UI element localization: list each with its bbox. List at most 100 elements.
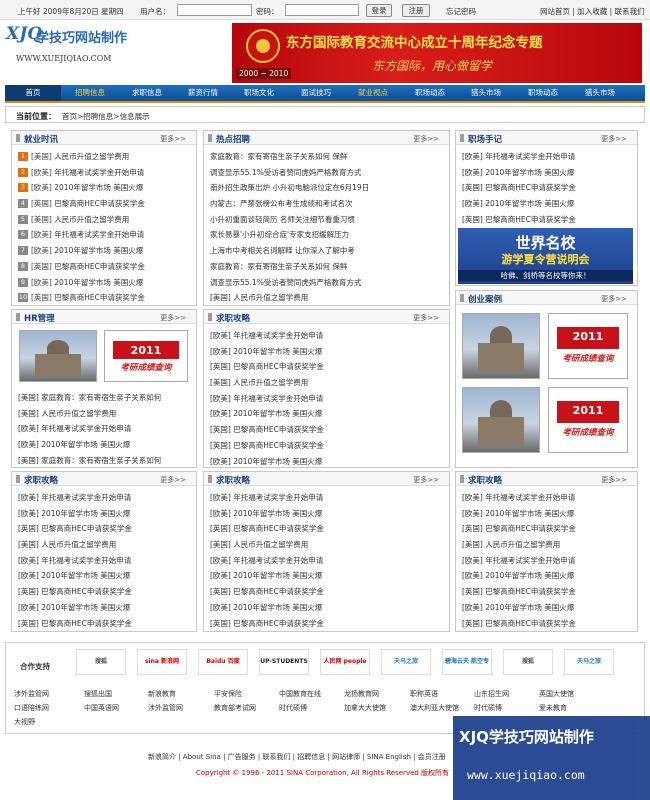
more-link[interactable]: 更多>> [160, 134, 186, 144]
partner-link[interactable]: 教育部考试网 [214, 703, 256, 713]
list-item[interactable]: [美国] 家庭教育：家有寄宿生亲子关系如何 [18, 453, 161, 469]
list-item[interactable]: [英国] 巴黎高商HEC申请获奖学金 [210, 584, 324, 600]
partner-link[interactable]: 山东招生网 [474, 689, 509, 699]
list-item[interactable]: [英国] 巴黎高商HEC申请获奖学金 [210, 521, 324, 537]
list-item[interactable]: [美国] 人民币升值之留学费用 [210, 290, 369, 306]
partner-logo[interactable]: UP-STUDENTS 海外生活好帮手 [259, 649, 309, 675]
list-item[interactable]: 6 [欧美] 年托福考试奖学金开始申请 [18, 227, 145, 243]
username-input[interactable] [177, 4, 252, 16]
partner-link[interactable]: 新浪教育 [148, 689, 176, 699]
list-item[interactable]: [英国] 巴黎高商HEC申请获奖学金 [462, 180, 576, 196]
partner-logo[interactable]: Baidu 百度 [198, 649, 248, 675]
list-item[interactable]: [英国] 巴黎高商HEC申请获奖学金 [18, 584, 132, 600]
list-item[interactable]: [欧美] 2010年留学市场 美国火爆 [210, 454, 324, 470]
list-item[interactable]: [欧美] 年托福考试奖学金开始申请 [462, 553, 576, 569]
list-item[interactable]: [英国] 巴黎高商HEC申请获奖学金 [210, 438, 324, 454]
partner-link[interactable]: 平安保险 [214, 689, 242, 699]
nav-item[interactable]: 猎头市场 [572, 85, 628, 101]
nav-item[interactable]: 职场动态 [515, 85, 571, 101]
list-item[interactable]: [美国] 人民币升值之留学费用 [462, 537, 576, 553]
partner-link[interactable]: 职称英语 [410, 689, 438, 699]
list-item[interactable]: [欧美] 2010年留学市场 美国火爆 [462, 196, 576, 212]
list-item[interactable]: [英国] 巴黎高商HEC申请获奖学金 [462, 521, 576, 537]
partner-link[interactable]: 爱未教育 [539, 703, 567, 713]
list-item[interactable]: 家庭教育：家有寄宿生亲子关系如何 保鲜 [210, 149, 369, 165]
partner-link[interactable]: 涉外监管网 [14, 689, 49, 699]
partner-link[interactable]: 搜狐出国 [84, 689, 112, 699]
more-link[interactable]: 更多>> [413, 134, 439, 144]
list-item[interactable]: 内蒙古：严禁张榜公布考生成绩和考试名次 [210, 196, 369, 212]
partner-logo[interactable]: 天马之旅 [381, 649, 431, 675]
list-item[interactable]: 4 [英国] 巴黎高商HEC申请获奖学金 [18, 196, 145, 212]
nav-item[interactable]: 职场文化 [231, 85, 287, 101]
list-item[interactable]: [欧美] 年托福考试奖学金开始申请 [462, 149, 576, 165]
partner-logo[interactable]: 天马之旅 [564, 649, 614, 675]
partner-logo[interactable]: 搜狐 SOHU.com [76, 649, 126, 675]
more-link[interactable]: 更多>> [160, 475, 186, 485]
register-button[interactable]: 注册 [402, 4, 430, 17]
list-item[interactable]: 3 [欧美] 2010年留学市场 美国火爆 [18, 180, 145, 196]
list-item[interactable]: [美国] 家庭教育：家有寄宿生亲子关系如何 [18, 390, 161, 406]
partner-link[interactable]: 时代硕博 [474, 703, 502, 713]
list-item[interactable]: [欧美] 2010年留学市场 美国火爆 [18, 600, 132, 616]
list-item[interactable]: 8 [英国] 巴黎高商HEC申请获奖学金 [18, 259, 145, 275]
login-button[interactable]: 登录 [366, 4, 392, 17]
nav-item[interactable]: 面试技巧 [288, 85, 344, 101]
list-item[interactable]: [欧美] 2010年留学市场 美国火爆 [210, 406, 324, 422]
partner-link[interactable]: 中国教育在线 [279, 689, 321, 699]
list-item[interactable]: 家庭教育：家有寄宿生亲子关系如何 保鲜 [210, 259, 369, 275]
list-item[interactable]: [欧美] 2010年留学市场 美国火爆 [462, 506, 576, 522]
partner-logo[interactable]: 碧海云天 航空专线 [442, 649, 492, 675]
list-item[interactable]: [英国] 巴黎高商HEC申请获奖学金 [210, 359, 324, 375]
list-item[interactable]: [英国] 巴黎高商HEC申请获奖学金 [18, 616, 132, 632]
nav-item[interactable]: 薪资行情 [175, 85, 231, 101]
list-item[interactable]: [欧美] 年托福考试奖学金开始申请 [210, 391, 324, 407]
list-item[interactable]: [美国] 人民币升值之留学费用 [210, 375, 324, 391]
nav-item[interactable]: 职场动态 [402, 85, 458, 101]
building-photo[interactable] [462, 313, 540, 379]
partner-logo[interactable]: 人民网 people [320, 649, 370, 675]
building-photo[interactable] [462, 387, 540, 453]
nav-item[interactable]: 就业视点 [345, 85, 401, 101]
list-item[interactable]: [欧美] 2010年留学市场 美国火爆 [210, 506, 324, 522]
list-item[interactable]: 调查显示55.1%受访者赞同虎妈严格教育方式 [210, 165, 369, 181]
list-item[interactable]: [欧美] 2010年留学市场 美国火爆 [462, 568, 576, 584]
list-item[interactable]: [欧美] 2010年留学市场 美国火爆 [18, 568, 132, 584]
list-item[interactable]: 调查显示55.1%受访者赞同虎妈严格教育方式 [210, 275, 369, 291]
list-item[interactable]: [英国] 巴黎高商HEC申请获奖学金 [210, 616, 324, 632]
footer-links[interactable]: 新浪简介 | About Sina | 广告服务 | 联系我们 | 招聘信息 |… [148, 752, 446, 762]
anniversary-banner[interactable]: 东方国际教育交流中心成立十周年纪念专题 2000 ~ 2010 东方国际，用心做… [232, 23, 642, 83]
list-item[interactable]: [欧美] 2010年留学市场 美国火爆 [210, 344, 324, 360]
more-link[interactable]: 更多>> [160, 313, 186, 323]
list-item[interactable]: [美国] 人民币升值之留学费用 [18, 537, 132, 553]
nav-item[interactable]: 猎头市场 [458, 85, 514, 101]
list-item[interactable]: 上海市中考相关名词解释 让你深入了解中考 [210, 243, 369, 259]
list-item[interactable]: 家长易暴'小升初综合症'专家支招缓解压力 [210, 227, 369, 243]
list-item[interactable]: [欧美] 2010年留学市场 美国火爆 [462, 165, 576, 181]
list-item[interactable]: [欧美] 年托福考试奖学金开始申请 [18, 421, 161, 437]
more-link[interactable]: 更多>> [413, 313, 439, 323]
forgot-password-link[interactable]: 忘记密码 [446, 6, 476, 17]
summer-camp-ad[interactable]: 世界名校 游学夏令营说明会 哈佛、剑桥等名校等你来！ [458, 228, 633, 284]
list-item[interactable]: [英国] 巴黎高商HEC申请获奖学金 [462, 616, 576, 632]
list-item[interactable]: [欧美] 年托福考试奖学金开始申请 [210, 553, 324, 569]
partner-link[interactable]: 加拿大大使馆 [344, 703, 386, 713]
top-links[interactable]: 网站首页 | 加入收藏 | 联系我们 [540, 6, 645, 17]
list-item[interactable]: [欧美] 2010年留学市场 美国火爆 [18, 506, 132, 522]
list-item[interactable]: [英国] 巴黎高商HEC申请获奖学金 [462, 212, 576, 228]
list-item[interactable]: [美国] 人民币升值之留学费用 [210, 537, 324, 553]
list-item[interactable]: 10 [英国] 巴黎高商HEC申请获奖学金 [18, 290, 145, 306]
partner-link[interactable]: 涉外监管网 [148, 703, 183, 713]
list-item[interactable]: 5 [美国] 人民币升值之留学费用 [18, 212, 145, 228]
list-item[interactable]: [欧美] 年托福考试奖学金开始申请 [18, 553, 132, 569]
kaoyan-image[interactable]: 2011 考研成绩查询 [104, 330, 188, 382]
site-logo[interactable]: XJQ 学技巧网站制作 WWW.XUEJIQIAO.COM [6, 24, 186, 68]
partner-logo[interactable]: 搜狐 SOHU.com [503, 649, 553, 675]
list-item[interactable]: [欧美] 年托福考试奖学金开始申请 [210, 490, 324, 506]
list-item[interactable]: [欧美] 年托福考试奖学金开始申请 [210, 328, 324, 344]
building-photo[interactable] [19, 330, 97, 382]
list-item[interactable]: [英国] 巴黎高商HEC申请获奖学金 [18, 521, 132, 537]
more-link[interactable]: 更多>> [413, 475, 439, 485]
more-link[interactable]: 更多>> [601, 134, 627, 144]
partner-link[interactable]: 大视野 [14, 717, 35, 727]
